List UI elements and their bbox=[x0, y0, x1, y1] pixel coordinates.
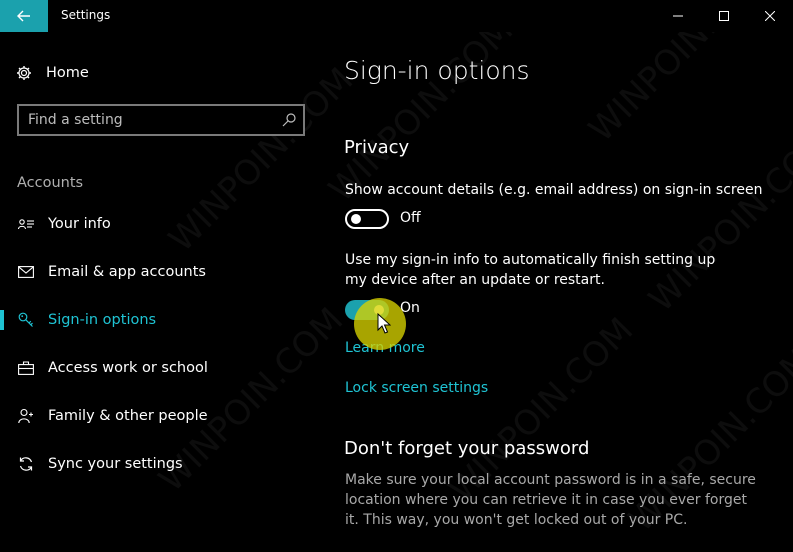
sidebar-item-label: Sign-in options bbox=[48, 312, 157, 328]
contact-card-icon bbox=[16, 214, 36, 234]
toggle-knob bbox=[351, 214, 361, 224]
active-indicator bbox=[0, 310, 4, 330]
password-heading: Don't forget your password bbox=[344, 438, 590, 459]
sidebar-item-label: Sync your settings bbox=[48, 456, 183, 472]
show-account-details-toggle[interactable] bbox=[345, 209, 389, 229]
sidebar-item-label: Your info bbox=[48, 216, 111, 232]
home-nav-item[interactable]: Home bbox=[16, 62, 89, 84]
maximize-icon bbox=[719, 11, 729, 21]
close-icon bbox=[765, 11, 775, 21]
minimize-button[interactable] bbox=[655, 0, 701, 32]
section-label-accounts: Accounts bbox=[17, 175, 84, 191]
privacy-heading: Privacy bbox=[344, 137, 410, 158]
sync-icon bbox=[16, 454, 36, 474]
sidebar-item-family-other-people[interactable]: Family & other people bbox=[0, 396, 320, 436]
search-icon[interactable] bbox=[281, 112, 297, 128]
sidebar-item-your-info[interactable]: Your info bbox=[0, 204, 320, 244]
search-input[interactable] bbox=[28, 111, 268, 129]
sidebar: Home Accounts Your info Emai bbox=[0, 32, 320, 552]
mail-icon bbox=[16, 262, 36, 282]
briefcase-icon bbox=[16, 358, 36, 378]
window-title: Settings bbox=[61, 8, 111, 22]
sidebar-item-sign-in-options[interactable]: Sign-in options bbox=[0, 300, 320, 340]
title-bar: Settings bbox=[0, 0, 793, 32]
lock-screen-settings-link[interactable]: Lock screen settings bbox=[345, 380, 488, 396]
back-button[interactable] bbox=[0, 0, 48, 32]
sidebar-item-access-work-or-school[interactable]: Access work or school bbox=[0, 348, 320, 388]
show-account-details-label: Show account details (e.g. email address… bbox=[345, 182, 763, 198]
back-arrow-icon bbox=[17, 10, 30, 22]
gear-icon bbox=[17, 66, 31, 80]
maximize-button[interactable] bbox=[701, 0, 747, 32]
home-label: Home bbox=[46, 65, 89, 81]
sidebar-item-label: Access work or school bbox=[48, 360, 208, 376]
sidebar-item-label: Email & app accounts bbox=[48, 264, 206, 280]
sidebar-item-label: Family & other people bbox=[48, 408, 208, 424]
close-button[interactable] bbox=[747, 0, 793, 32]
sidebar-item-sync-your-settings[interactable]: Sync your settings bbox=[0, 444, 320, 484]
sidebar-item-email-app-accounts[interactable]: Email & app accounts bbox=[0, 252, 320, 292]
page-title: Sign-in options bbox=[344, 56, 530, 85]
show-account-details-state: Off bbox=[400, 210, 421, 226]
minimize-icon bbox=[673, 15, 683, 17]
search-box[interactable] bbox=[17, 104, 305, 136]
use-sign-in-info-label: Use my sign-in info to automatically fin… bbox=[345, 252, 716, 288]
main-content: Sign-in options Privacy Show account det… bbox=[320, 32, 793, 552]
key-icon bbox=[16, 310, 36, 330]
password-body: Make sure your local account password is… bbox=[345, 472, 756, 528]
people-icon bbox=[16, 406, 36, 426]
mouse-pointer-icon bbox=[377, 313, 391, 334]
